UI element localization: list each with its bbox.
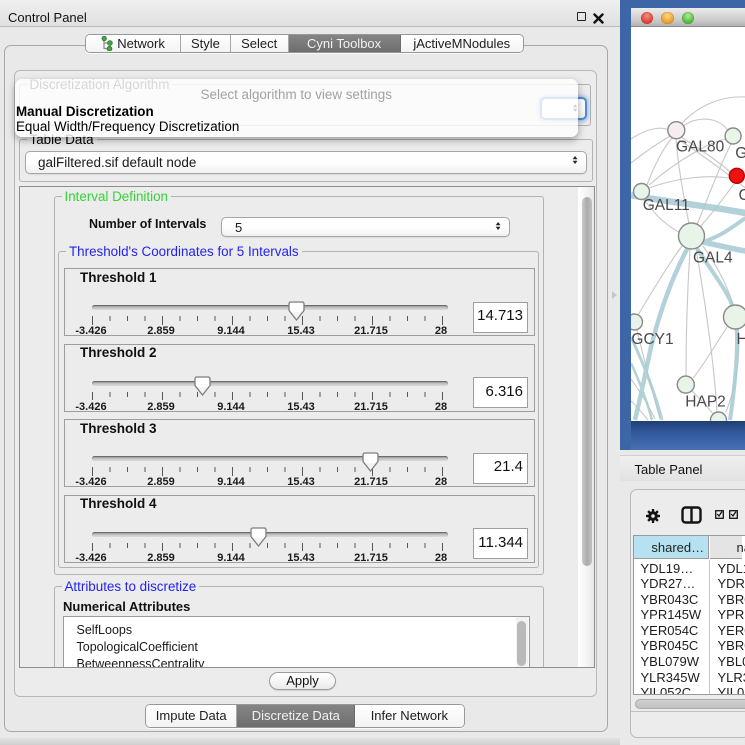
- svg-text:GAL80: GAL80: [676, 139, 725, 156]
- svg-text:C: C: [738, 187, 745, 204]
- svg-text:HAP2: HAP2: [685, 394, 726, 411]
- svg-text:G.: G.: [735, 145, 745, 162]
- svg-text:GCY1: GCY1: [631, 331, 673, 348]
- svg-text:GAL11: GAL11: [642, 197, 689, 214]
- svg-text:H: H: [736, 331, 745, 348]
- svg-text:GAL4: GAL4: [693, 250, 733, 267]
